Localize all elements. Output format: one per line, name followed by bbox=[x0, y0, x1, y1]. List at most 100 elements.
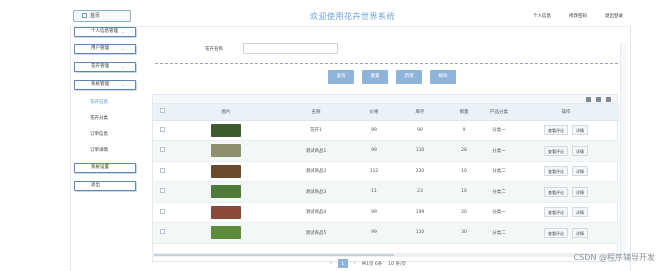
data-table: 图片 名称 价格 库存 销量 产品分类 操作 花卉1 99 99 9 分类一 查看评论 详情… bbox=[152, 94, 619, 262]
page-size-select[interactable]: 10 条/页 bbox=[388, 261, 406, 267]
row-checkbox[interactable] bbox=[159, 208, 165, 214]
profile-link[interactable]: 个人信息 bbox=[533, 13, 551, 19]
columns-icon[interactable] bbox=[606, 97, 611, 102]
cell-price: 99 bbox=[351, 140, 397, 162]
menu-profile[interactable]: 个人信息管理 ⌄ bbox=[74, 27, 136, 37]
watermark: CSDN @程序辅导开发 bbox=[573, 253, 655, 262]
table-row[interactable]: 花卉1 99 99 9 分类一 查看评论 详情 bbox=[153, 120, 619, 141]
col-image: 图片 bbox=[171, 104, 281, 121]
cell-sales: 28 bbox=[443, 140, 485, 162]
cell-stock: 110 bbox=[397, 222, 443, 244]
scroll-thumb[interactable] bbox=[154, 254, 394, 256]
cell-price: 99 bbox=[351, 202, 397, 223]
cell-name: 测试商品4 bbox=[281, 202, 351, 223]
menu-exit[interactable]: 退出 bbox=[74, 181, 136, 191]
export-icon[interactable] bbox=[596, 97, 601, 102]
detail-button[interactable]: 详情 bbox=[572, 125, 588, 136]
print-icon[interactable] bbox=[586, 97, 591, 102]
cell-price: 99 bbox=[351, 222, 397, 244]
view-comments-button[interactable]: 查看评论 bbox=[544, 186, 568, 197]
add-button[interactable]: 新增 bbox=[396, 70, 422, 84]
flower-thumbnail bbox=[211, 144, 241, 158]
cell-stock: 220 bbox=[397, 161, 443, 182]
top-bar: 首页 欢迎使用花卉世界系统 个人信息 修改密码 退出登录 bbox=[70, 8, 631, 27]
menu-flowers[interactable]: 花卉管理 ⌄ bbox=[74, 62, 136, 72]
detail-button[interactable]: 详情 bbox=[572, 186, 588, 197]
chevron-down-icon: ⌄ bbox=[121, 64, 125, 69]
cell-sales: 9 bbox=[443, 120, 485, 141]
cell-stock: 110 bbox=[397, 140, 443, 162]
chevron-down-icon: ⌄ bbox=[121, 29, 125, 34]
search-input[interactable] bbox=[243, 43, 338, 54]
col-price[interactable]: 价格 bbox=[351, 104, 397, 121]
cell-name: 测试商品1 bbox=[281, 140, 351, 162]
row-checkbox[interactable] bbox=[159, 188, 165, 194]
menu-users[interactable]: 用户管理 ⌄ bbox=[74, 44, 136, 54]
table-row[interactable]: 测试商品2 112 220 10 分类二 查看评论 详情 bbox=[153, 161, 619, 182]
view-comments-button[interactable]: 查看评论 bbox=[544, 166, 568, 177]
reset-button[interactable]: 重置 bbox=[362, 70, 388, 84]
row-checkbox[interactable] bbox=[159, 167, 165, 173]
cell-name: 测试商品5 bbox=[281, 222, 351, 244]
search-button[interactable]: 查询 bbox=[328, 70, 354, 84]
col-stock[interactable]: 库存 bbox=[397, 104, 443, 121]
detail-button[interactable]: 详情 bbox=[572, 145, 588, 156]
col-sales[interactable]: 销量 bbox=[443, 104, 485, 121]
col-name[interactable]: 名称 bbox=[281, 104, 351, 121]
view-comments-button[interactable]: 查看评论 bbox=[544, 227, 568, 238]
cell-name: 花卉1 bbox=[281, 120, 351, 141]
cell-sales: 30 bbox=[443, 222, 485, 244]
sidebar: 个人信息管理 ⌄ 用户管理 ⌄ 花卉管理 ⌄ 系统管理 ⌄ 花卉信息 花卉分类 订单信息… bbox=[70, 27, 138, 271]
table-row[interactable]: 测试商品3 11 23 10 分类二 查看评论 详情 bbox=[153, 181, 619, 203]
logout-link[interactable]: 退出登录 bbox=[605, 13, 623, 19]
detail-button[interactable]: 详情 bbox=[572, 166, 588, 177]
cell-category: 分类一 bbox=[485, 120, 513, 141]
sidebar-item-order-details[interactable]: 订单详情 bbox=[90, 147, 108, 153]
search-label: 花卉名称 bbox=[205, 47, 223, 52]
cell-name: 测试商品2 bbox=[281, 161, 351, 182]
table-row[interactable]: 测试商品1 99 110 28 分类一 查看评论 详情 bbox=[153, 140, 619, 162]
cell-category: 分类二 bbox=[485, 161, 513, 182]
horizontal-scrollbar[interactable] bbox=[152, 253, 618, 257]
cell-category: 分类二 bbox=[485, 181, 513, 203]
row-checkbox[interactable] bbox=[159, 229, 165, 235]
view-comments-button[interactable]: 查看评论 bbox=[544, 145, 568, 156]
flower-thumbnail bbox=[211, 164, 241, 178]
row-checkbox[interactable] bbox=[159, 126, 165, 132]
cell-name: 测试商品3 bbox=[281, 181, 351, 203]
cell-stock: 99 bbox=[397, 120, 443, 141]
change-password-link[interactable]: 修改密码 bbox=[569, 13, 587, 19]
flower-thumbnail bbox=[211, 205, 241, 219]
table-tools bbox=[153, 95, 617, 104]
next-page-button[interactable]: › bbox=[354, 261, 356, 266]
menu-system[interactable]: 系统管理 ⌄ bbox=[74, 80, 136, 90]
breadcrumb-label: 首页 bbox=[90, 13, 101, 19]
select-all-checkbox[interactable] bbox=[159, 108, 165, 114]
view-comments-button[interactable]: 查看评论 bbox=[544, 207, 568, 218]
page-number[interactable]: 1 bbox=[337, 259, 348, 268]
sidebar-item-flower-info[interactable]: 花卉信息 bbox=[90, 99, 108, 105]
cell-stock: 199 bbox=[397, 202, 443, 223]
view-comments-button[interactable]: 查看评论 bbox=[544, 125, 568, 136]
cell-price: 11 bbox=[351, 181, 397, 203]
sidebar-item-orders[interactable]: 订单信息 bbox=[90, 131, 108, 137]
toolbar: 查询 重置 新增 删除 bbox=[328, 70, 456, 84]
row-checkbox[interactable] bbox=[159, 147, 165, 153]
cell-category: 分类一 bbox=[485, 140, 513, 162]
detail-button[interactable]: 详情 bbox=[572, 227, 588, 238]
chevron-down-icon: ⌄ bbox=[121, 46, 125, 51]
vertical-scrollbar[interactable] bbox=[620, 43, 626, 255]
breadcrumb[interactable]: 首页 bbox=[73, 10, 131, 22]
cell-category: 分类二 bbox=[485, 222, 513, 244]
table-row[interactable]: 测试商品4 99 199 20 分类一 查看评论 详情 bbox=[153, 202, 619, 223]
prev-page-button[interactable]: ‹ bbox=[330, 261, 332, 266]
detail-button[interactable]: 详情 bbox=[572, 207, 588, 218]
cell-price: 112 bbox=[351, 161, 397, 182]
sidebar-item-flower-category[interactable]: 花卉分类 bbox=[90, 115, 108, 121]
cell-sales: 10 bbox=[443, 181, 485, 203]
delete-button[interactable]: 删除 bbox=[430, 70, 456, 84]
cell-sales: 20 bbox=[443, 202, 485, 223]
page-title: 欢迎使用花卉世界系统 bbox=[310, 12, 395, 21]
table-row[interactable]: 测试商品5 99 110 30 分类二 查看评论 详情 bbox=[153, 222, 619, 244]
menu-settings[interactable]: 系统设置 bbox=[74, 163, 136, 173]
